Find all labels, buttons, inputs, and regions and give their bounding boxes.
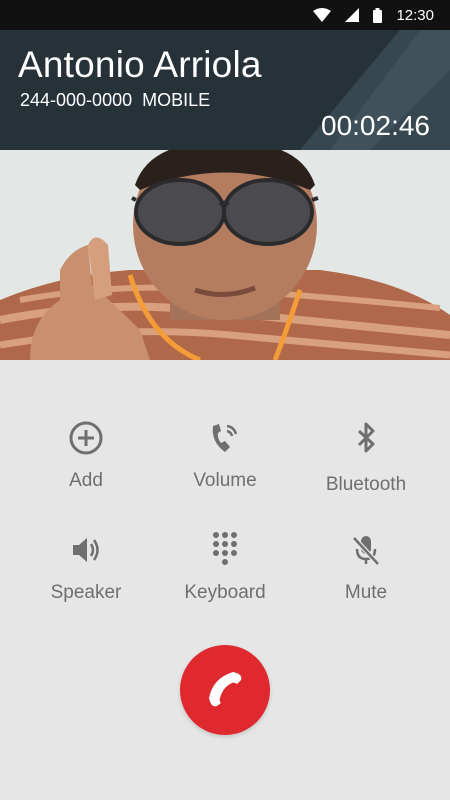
keyboard-label: Keyboard xyxy=(184,582,266,603)
volume-button[interactable]: Volume xyxy=(155,418,295,492)
number-type: MOBILE xyxy=(142,90,211,110)
status-time: 12:30 xyxy=(396,6,434,24)
end-call-button[interactable] xyxy=(180,645,270,735)
mute-label: Mute xyxy=(344,582,388,603)
caller-photo xyxy=(0,150,450,360)
speaker-icon xyxy=(66,530,106,570)
call-timer: 00:02:46 xyxy=(321,110,430,141)
mic-off-icon xyxy=(346,530,386,570)
speaker-label: Speaker xyxy=(50,582,122,603)
battery-icon xyxy=(373,7,383,23)
keyboard-button[interactable]: Keyboard xyxy=(155,530,295,604)
bluetooth-label: Bluetooth xyxy=(325,474,407,495)
bluetooth-icon xyxy=(346,418,386,458)
add-call-button[interactable]: Add xyxy=(16,418,156,492)
mute-button[interactable]: Mute xyxy=(296,530,436,604)
add-label: Add xyxy=(69,470,103,491)
status-bar: 12:30 xyxy=(0,0,450,30)
add-circle-icon xyxy=(66,418,106,458)
speaker-button[interactable]: Speaker xyxy=(16,530,156,604)
dialpad-icon xyxy=(205,530,245,570)
hang-up-icon xyxy=(203,666,247,715)
call-header: Antonio Arriola 244-000-0000 MOBILE 00:0… xyxy=(0,30,450,150)
phone-number: 244-000-0000 xyxy=(20,90,133,110)
signal-icon xyxy=(345,8,360,22)
wifi-icon xyxy=(313,8,332,22)
caller-number: 244-000-0000 MOBILE xyxy=(20,90,210,111)
phone-volume-icon xyxy=(205,418,245,458)
bluetooth-button[interactable]: Bluetooth xyxy=(296,418,436,496)
volume-label: Volume xyxy=(193,470,257,491)
caller-name: Antonio Arriola xyxy=(18,44,262,85)
